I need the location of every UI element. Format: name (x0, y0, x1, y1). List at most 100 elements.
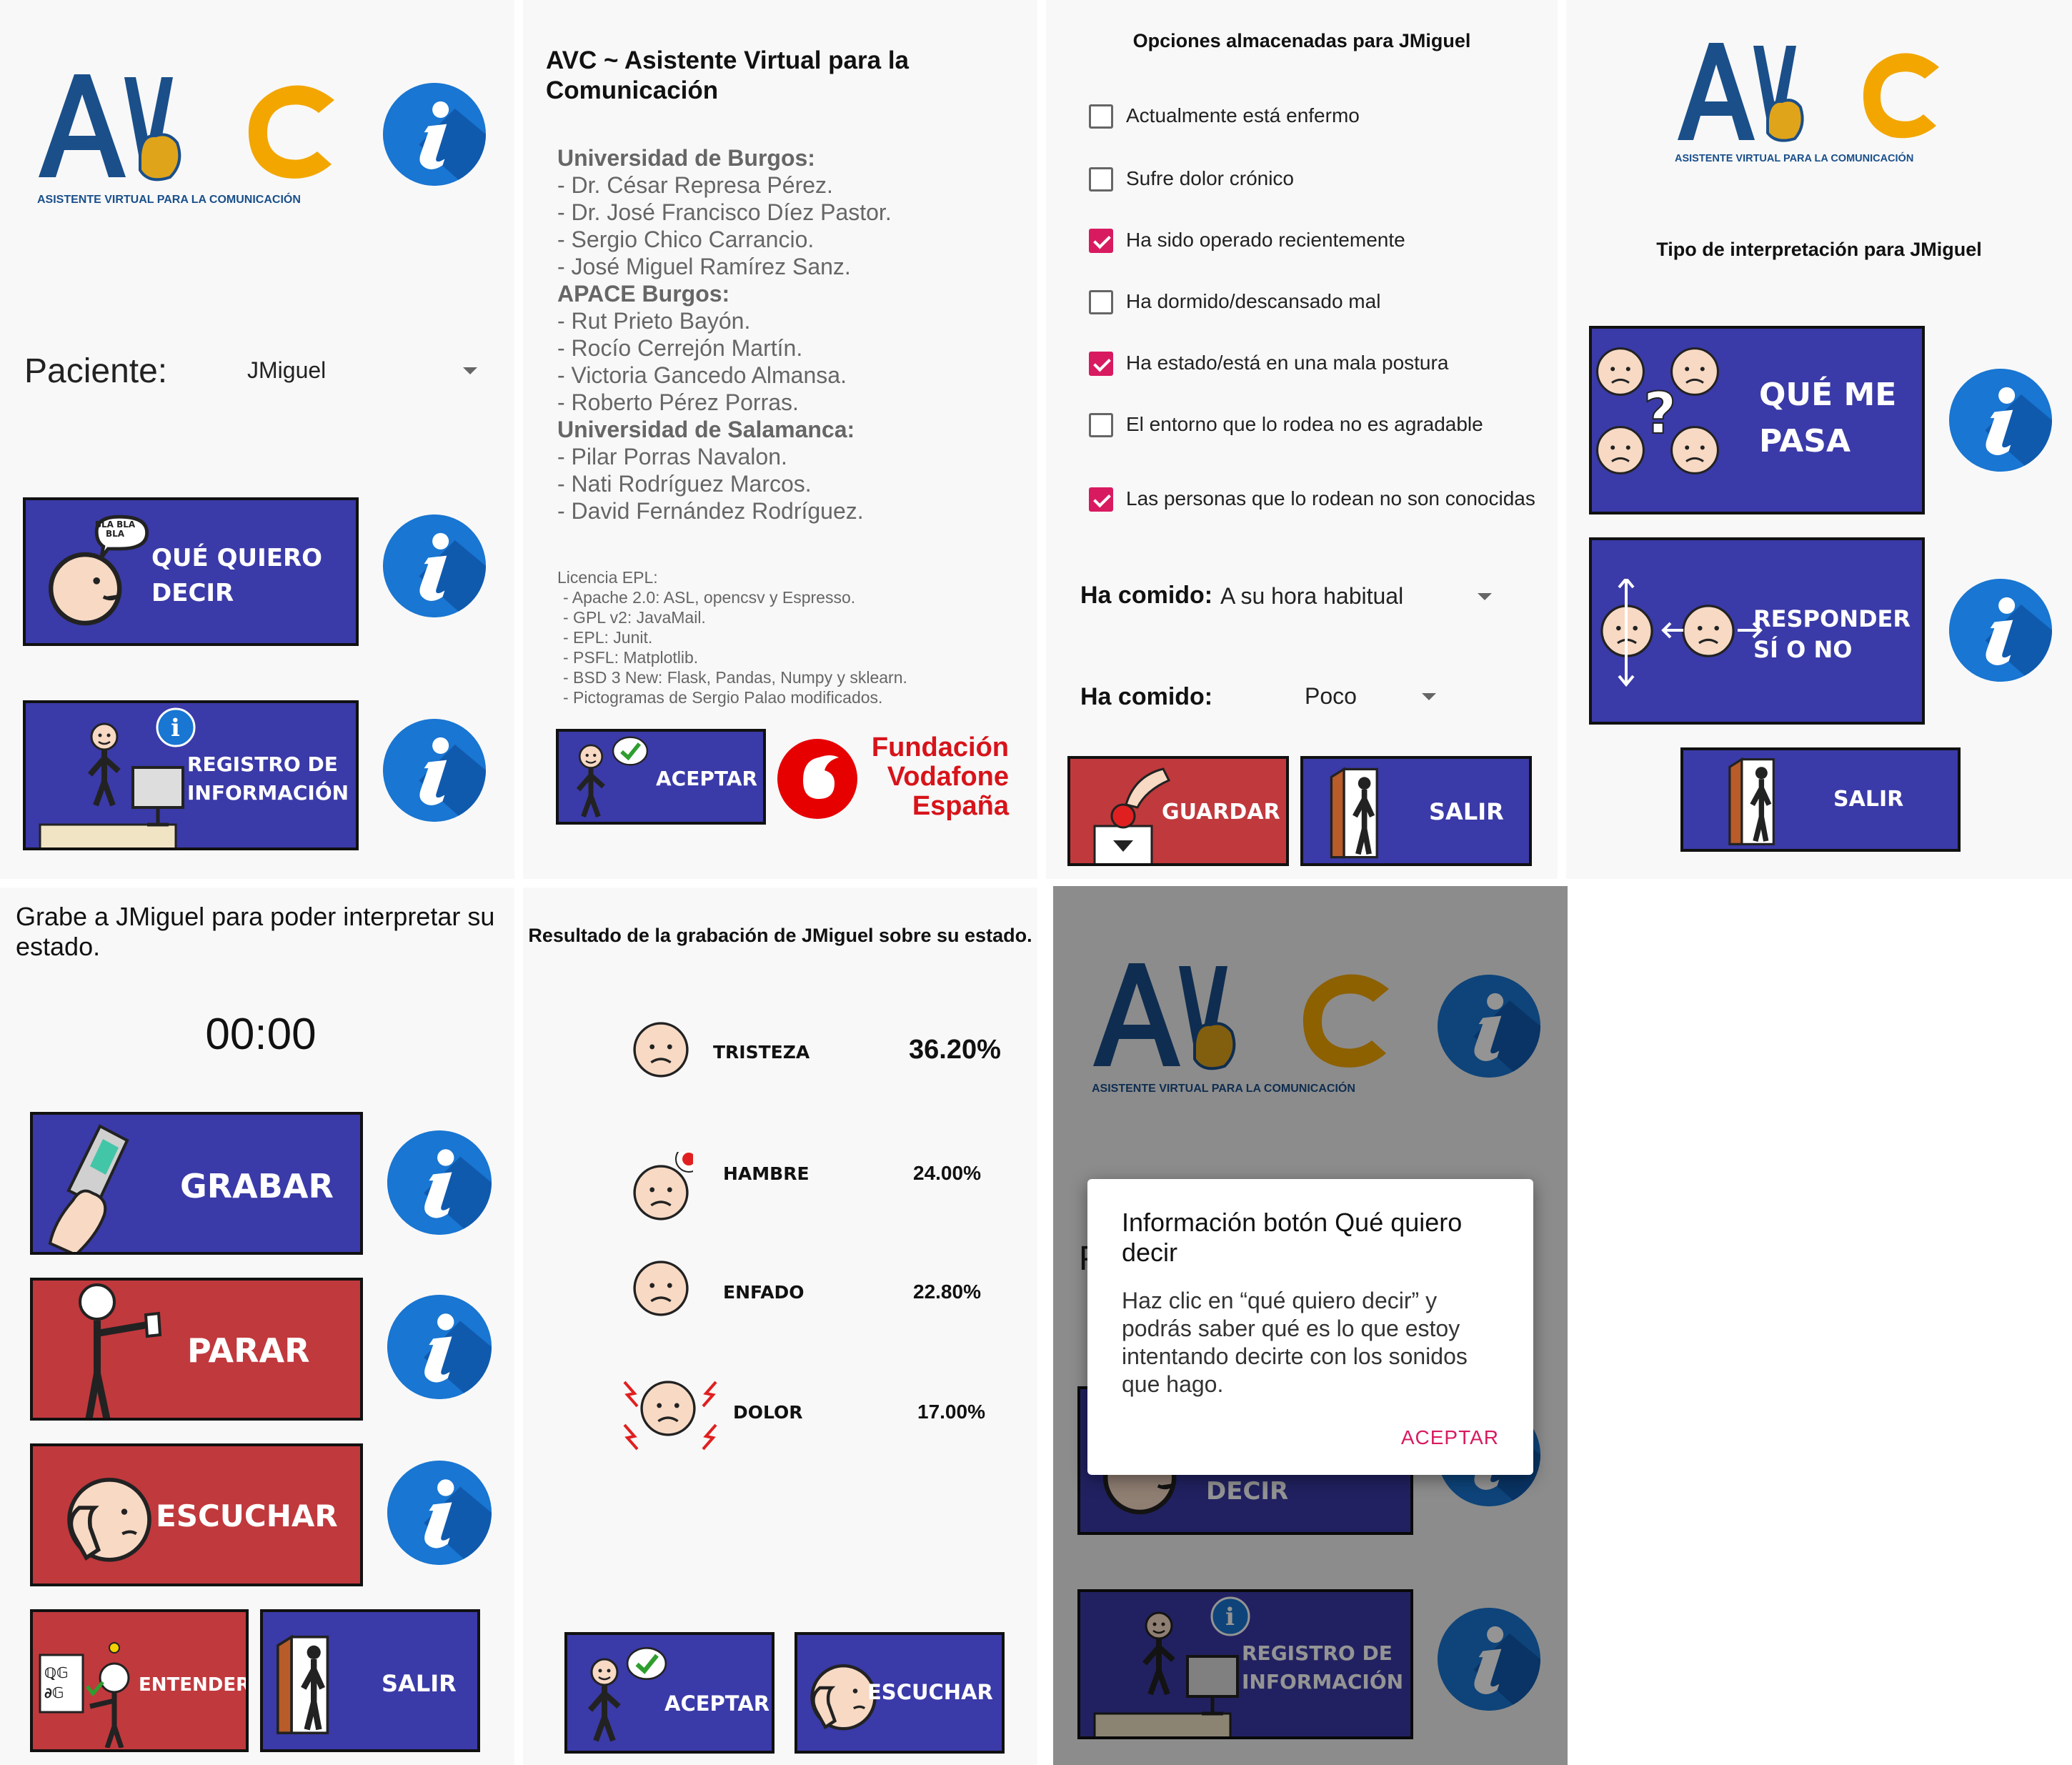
emotion-value: 17.00% (917, 1401, 985, 1423)
dialog-accept-button[interactable]: ACEPTAR (1401, 1426, 1499, 1449)
credits-item: - Rut Prieto Bayón. (557, 308, 751, 334)
stop-button[interactable]: PARAR (30, 1278, 363, 1421)
button-label-line2: PASA (1759, 422, 1851, 459)
responder-si-no-button[interactable]: RESPONDER SÍ O NO (1589, 537, 1925, 725)
credits-item: - Dr. José Francisco Díez Pastor. (557, 199, 892, 225)
phone-hand-icon (40, 1115, 176, 1252)
option-checkbox[interactable] (1089, 352, 1113, 376)
save-icon (1085, 762, 1171, 863)
option-checkbox[interactable] (1089, 290, 1113, 314)
license-list: Licencia EPL: - Apache 2.0: ASL, opencsv … (557, 567, 1015, 707)
credits-item: - Rocío Cerrejón Martín. (557, 335, 803, 361)
emotion-value: 36.20% (909, 1035, 1001, 1065)
yes-no-icon (1595, 576, 1766, 693)
record-button[interactable]: GRABAR (30, 1112, 363, 1255)
option-row[interactable]: Actualmente está enfermo (1089, 103, 1546, 131)
option-label: Sufre dolor crónico (1126, 167, 1295, 189)
option-label: Ha sido operado recientemente (1126, 229, 1405, 251)
ate-amount-value: Poco (1305, 683, 1357, 709)
button-label-line1: QUÉ QUIERO (151, 544, 323, 572)
button-label-line1: RESPONDER (1753, 605, 1911, 632)
button-label-line2: SÍ O NO (1753, 635, 1853, 663)
screen-record: Grabe a JMiguel para poder interpretar s… (0, 888, 514, 1765)
option-row[interactable]: Sufre dolor crónico (1089, 166, 1546, 194)
registro-informacion-button[interactable]: i REGISTRO DE INFORMACIÓN (23, 700, 359, 850)
listen-button-label: ESCUCHAR (867, 1680, 993, 1704)
que-quiero-decir-button[interactable]: BLA BLA BLA QUÉ QUIERO DECIR (23, 497, 359, 646)
sponsor-name: Fundación Vodafone España (866, 732, 1009, 821)
avc-logo: ASISTENTE VIRTUAL PARA LA COMUNICACIÓN (1673, 33, 1952, 169)
page-title: Opciones almacenadas para JMiguel (1132, 30, 1471, 51)
info-icon[interactable] (383, 514, 486, 617)
result-row: ENFADO 22.80% (523, 1249, 1037, 1342)
exit-button[interactable]: SALIR (260, 1609, 480, 1752)
listen-button-label: ESCUCHAR (156, 1498, 338, 1533)
door-icon (266, 1626, 352, 1744)
option-label: Ha estado/está en una mala postura (1126, 352, 1449, 374)
info-icon[interactable] (383, 719, 486, 822)
screen-interpretation-type: ASISTENTE VIRTUAL PARA LA COMUNICACIÓN T… (1566, 0, 2072, 879)
option-row[interactable]: Ha estado/está en una mala postura (1089, 350, 1546, 379)
credits-heading: APACE Burgos: (557, 281, 730, 307)
screen-home-dialog: ASISTENTE VIRTUAL PARA LA COMUNICACIÓN P… (1053, 886, 1568, 1765)
ate-amount-select[interactable]: Poco (1305, 683, 1462, 715)
exit-button[interactable]: SALIR (1680, 747, 1961, 852)
understand-button[interactable]: ℚ𝔾 ∂𝔾 ENTENDER (30, 1609, 249, 1752)
screen-credits: AVC ~ Asistente Virtual para la Comunica… (523, 0, 1037, 879)
option-row[interactable]: Las personas que lo rodean no son conoci… (1089, 486, 1546, 514)
info-icon[interactable] (387, 1130, 492, 1235)
option-row[interactable]: El entorno que lo rodea no es agradable (1089, 412, 1546, 440)
emotion-face-icon (620, 1375, 720, 1453)
credits-item: - Pilar Porras Navalon. (557, 444, 787, 469)
accept-person-icon (563, 735, 656, 825)
accept-button[interactable]: ACEPTAR (556, 729, 766, 825)
credits-heading: Universidad de Salamanca: (557, 417, 855, 442)
credits-item: - José Miguel Ramírez Sanz. (557, 254, 851, 279)
vodafone-logo (774, 736, 860, 822)
timer: 00:00 (205, 1010, 317, 1059)
logo-tagline: ASISTENTE VIRTUAL PARA LA COMUNICACIÓN (1675, 151, 1913, 164)
screen-results: Resultado de la grabación de JMiguel sob… (523, 888, 1037, 1765)
credits-list: Universidad de Burgos: - Dr. César Repres… (557, 144, 1015, 524)
patient-select-value: JMiguel (247, 357, 327, 383)
patient-label: Paciente: (24, 352, 168, 390)
screen-options: Opciones almacenadas para JMiguel Actual… (1046, 0, 1558, 879)
info-icon[interactable] (1949, 369, 2052, 472)
accept-button-label: ACEPTAR (664, 1691, 770, 1716)
emotion-label: DOLOR (733, 1402, 803, 1423)
emotion-label: HAMBRE (723, 1163, 810, 1184)
option-row[interactable]: Ha dormido/descansado mal (1089, 289, 1546, 317)
option-label: Las personas que lo rodean no son conoci… (1126, 487, 1535, 509)
listen-button[interactable]: ESCUCHAR (795, 1632, 1005, 1754)
option-checkbox[interactable] (1089, 229, 1113, 253)
info-icon[interactable] (387, 1295, 492, 1399)
save-button[interactable]: GUARDAR (1067, 756, 1289, 866)
emotion-face-icon (629, 1255, 693, 1333)
result-row: TRISTEZA 36.20% (523, 1010, 1037, 1103)
record-prompt: Grabe a JMiguel para poder interpretar s… (16, 902, 495, 962)
exit-button[interactable]: SALIR (1300, 756, 1532, 866)
option-checkbox[interactable] (1089, 487, 1113, 512)
ate-when-label: Ha comido: (1080, 582, 1213, 609)
license-item: - BSD 3 New: Flask, Pandas, Numpy y skle… (563, 668, 907, 687)
door-icon (1719, 753, 1795, 850)
info-icon[interactable] (383, 83, 486, 186)
patient-select[interactable]: JMiguel (247, 357, 483, 390)
sponsor-line: Vodafone (887, 762, 1009, 792)
info-icon[interactable] (387, 1461, 492, 1565)
option-row[interactable]: Ha sido operado recientemente (1089, 227, 1546, 256)
option-checkbox[interactable] (1089, 104, 1113, 129)
ate-when-select[interactable]: A su hora habitual (1220, 583, 1506, 615)
option-checkbox[interactable] (1089, 413, 1113, 437)
stop-button-label: PARAR (187, 1331, 310, 1370)
option-checkbox[interactable] (1089, 167, 1113, 192)
info-icon[interactable] (1949, 579, 2052, 682)
emotion-face-icon (629, 1145, 702, 1230)
que-me-pasa-button[interactable]: ? QUÉ ME PASA (1589, 326, 1925, 514)
avc-logo: ASISTENTE VIRTUAL PARA LA COMUNICACIÓN (34, 63, 349, 213)
license-item: - Apache 2.0: ASL, opencsv y Espresso. (563, 588, 856, 607)
listen-button[interactable]: ESCUCHAR (30, 1443, 363, 1586)
accept-button[interactable]: ACEPTAR (564, 1632, 774, 1754)
chevron-down-icon (463, 367, 477, 374)
accept-button-label: ACEPTAR (656, 767, 758, 790)
